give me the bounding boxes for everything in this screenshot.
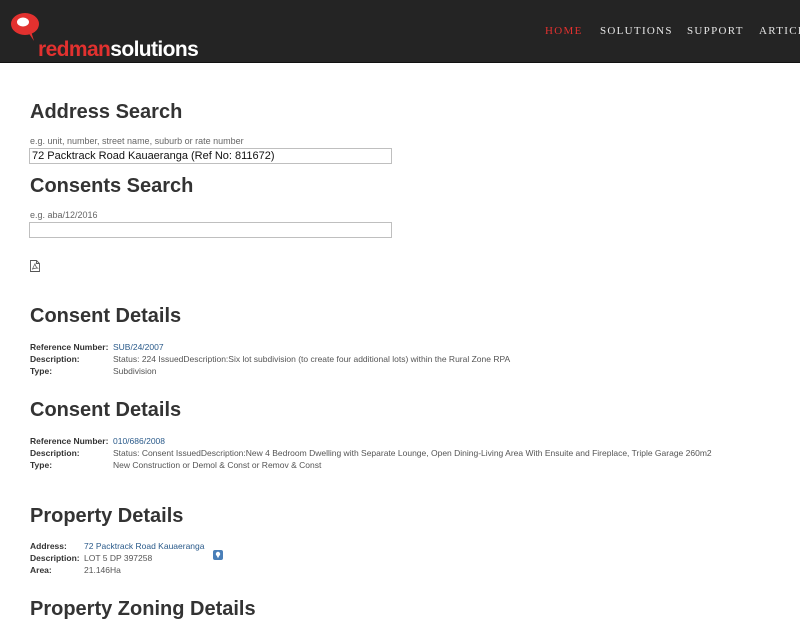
address-search-title: Address Search (30, 101, 183, 123)
reference-link[interactable]: SUB/24/2007 (113, 341, 164, 353)
nav-solutions[interactable]: SOLUTIONS (600, 25, 673, 37)
consent-details-title: Consent Details (30, 305, 182, 327)
type-value: New Construction or Demol & Const or Rem… (113, 460, 322, 470)
nav-articles[interactable]: ARTICL (759, 25, 800, 37)
area-label: Area: (30, 565, 52, 575)
reference-link[interactable]: 010/686/2008 (113, 435, 165, 447)
description-value: Status: 224 IssuedDescription:Six lot su… (113, 354, 511, 364)
nav-support[interactable]: SUPPORT (687, 25, 744, 37)
property-description-value: LOT 5 DP 397258 (84, 553, 153, 563)
description-label: Description: (30, 448, 80, 458)
map-marker-glyph (215, 551, 221, 559)
map-pin-icon[interactable] (213, 550, 223, 560)
reference-label: Reference Number: (30, 342, 109, 352)
site-logo[interactable]: redmansolutions (10, 11, 199, 60)
description-label: Description: (30, 553, 80, 563)
consents-search-title: Consents Search (30, 175, 194, 197)
logo-wordmark-red: redman (38, 38, 111, 61)
address-label: Address: (30, 541, 67, 551)
property-details-title: Property Details (30, 505, 184, 527)
description-label: Description: (30, 354, 80, 364)
property-area-value: 21.146Ha (84, 565, 121, 575)
property-address-link[interactable]: 72 Packtrack Road Kauaeranga (84, 540, 205, 552)
logo-wordmark: redmansolutions (38, 38, 199, 61)
consents-search-input[interactable] (29, 222, 392, 238)
site-header: redmansolutions HOME SOLUTIONS SUPPORT A… (0, 0, 800, 63)
consents-search-hint: e.g. aba/12/2016 (30, 210, 98, 220)
type-label: Type: (30, 366, 53, 376)
address-search-input[interactable] (29, 148, 392, 164)
description-value: Status: Consent IssuedDescription:New 4 … (113, 448, 712, 458)
property-zoning-title: Property Zoning Details (30, 598, 256, 620)
address-search-hint: e.g. unit, number, street name, suburb o… (30, 136, 244, 146)
nav-home[interactable]: HOME (545, 25, 583, 37)
pdf-document-icon[interactable] (30, 260, 40, 272)
consent-details-title: Consent Details (30, 399, 182, 421)
type-label: Type: (30, 460, 53, 470)
reference-label: Reference Number: (30, 436, 109, 446)
type-value: Subdivision (113, 366, 157, 376)
logo-wordmark-white: solutions (110, 38, 199, 61)
